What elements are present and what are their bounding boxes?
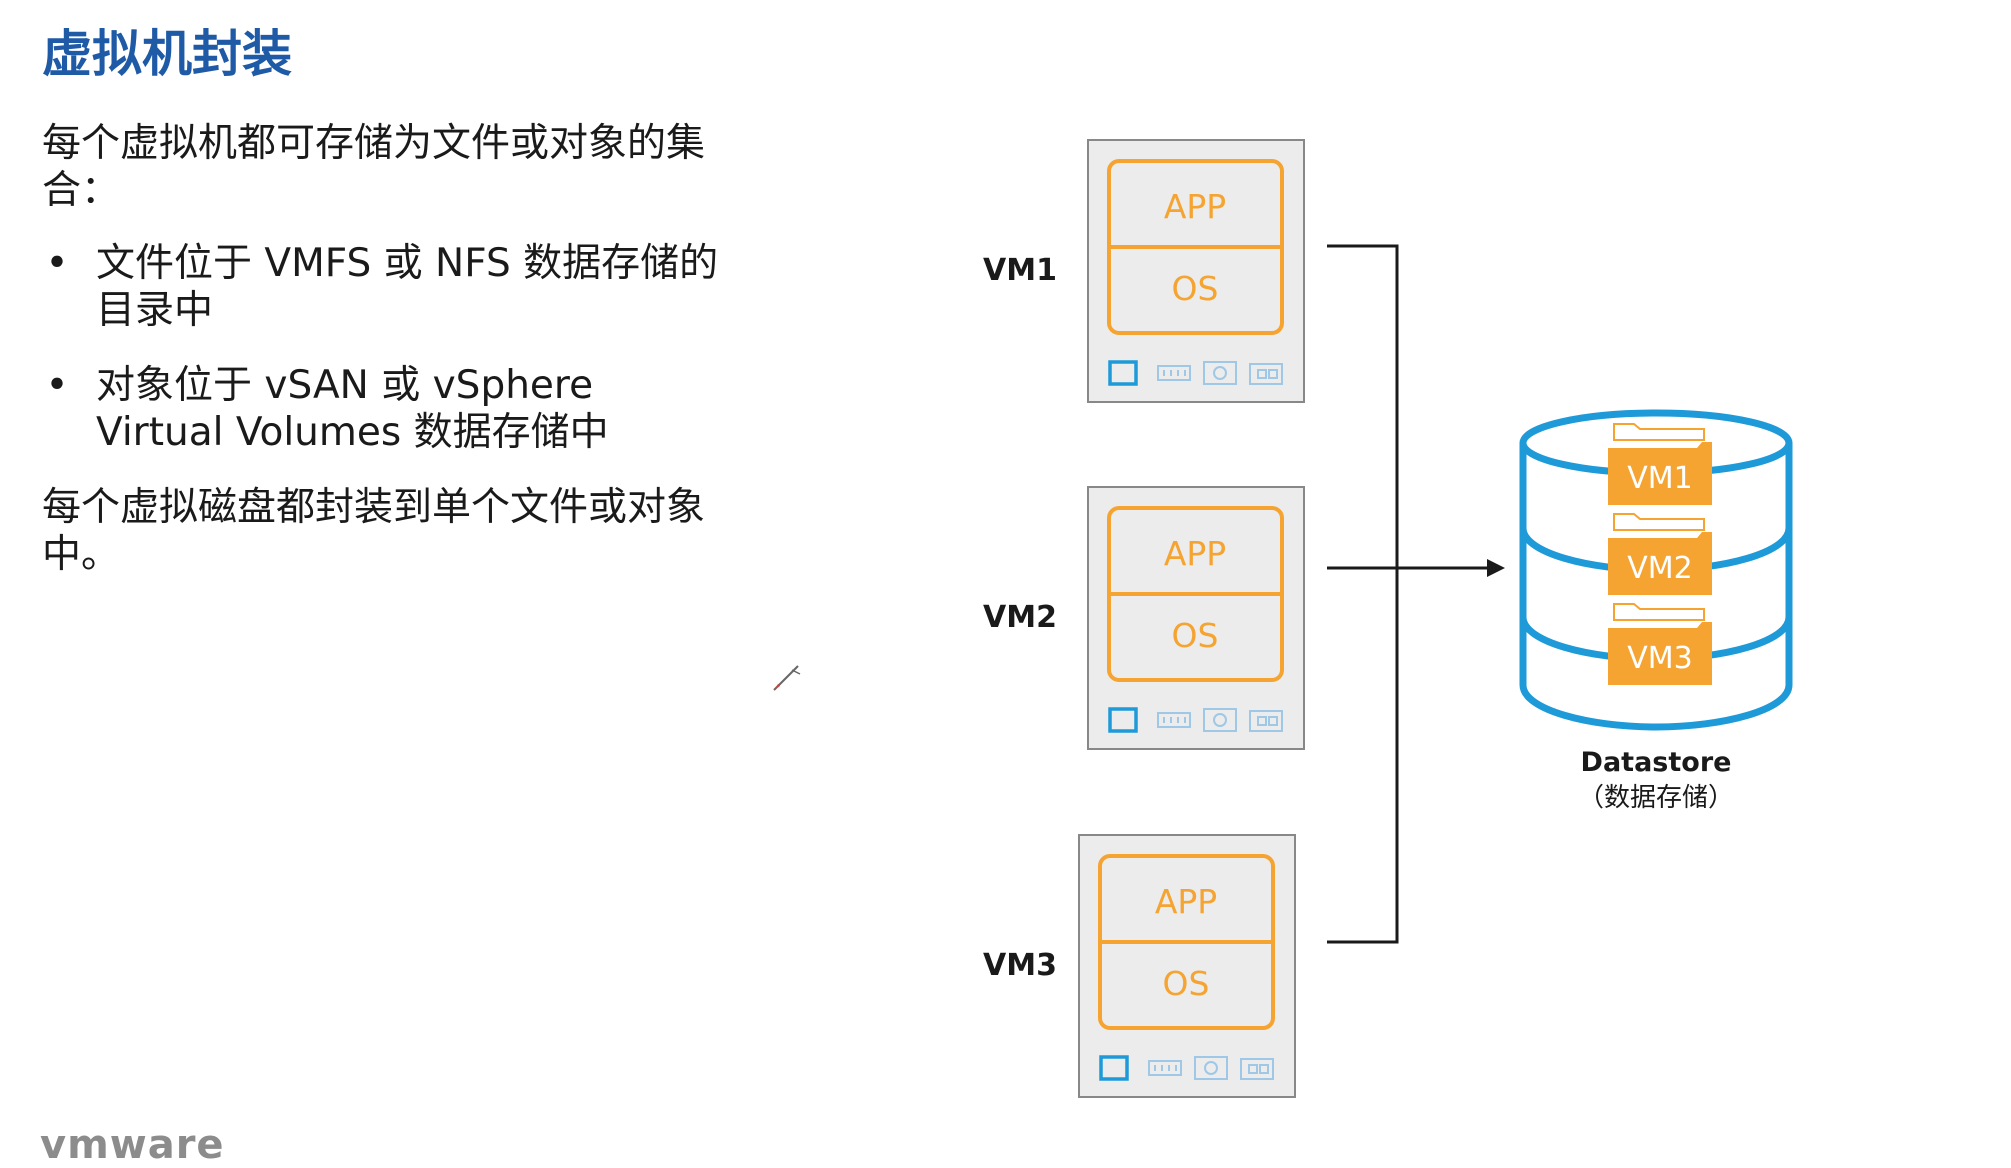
vm-label: VM2: [983, 600, 1057, 635]
vm-folder: VM2: [1608, 513, 1712, 595]
vm-group: VM2 APP OS: [983, 486, 1305, 750]
vmware-logo: vmware: [40, 1122, 225, 1168]
datastore-subtitle: （数据存储）: [1578, 783, 1734, 813]
os-layer-label: OS: [1172, 616, 1219, 655]
app-layer-label: APP: [1155, 882, 1217, 921]
os-layer-label: OS: [1163, 964, 1210, 1003]
vm-group: VM1 APP OS: [983, 139, 1305, 403]
folder-label: VM2: [1627, 551, 1693, 586]
arrow-head-icon: [1487, 559, 1505, 577]
vm-folder: VM1: [1608, 423, 1712, 505]
app-layer-label: APP: [1164, 534, 1226, 573]
folder-label: VM3: [1627, 641, 1693, 676]
vm-folder: VM3: [1608, 603, 1712, 685]
datastore-label: Datastore: [1581, 747, 1732, 778]
vm-group: VM3 APP OS: [983, 834, 1296, 1098]
vm-encapsulation-diagram: VM1 APP OS VM2 APP OS VM3 APP OS VM1 VM2…: [983, 139, 1793, 1098]
connector-lines: [1327, 244, 1490, 944]
vm-label: VM1: [983, 253, 1057, 288]
vm-label: VM3: [983, 948, 1057, 983]
app-layer-label: APP: [1164, 187, 1226, 226]
os-layer-label: OS: [1172, 269, 1219, 308]
folder-label: VM1: [1627, 461, 1693, 496]
